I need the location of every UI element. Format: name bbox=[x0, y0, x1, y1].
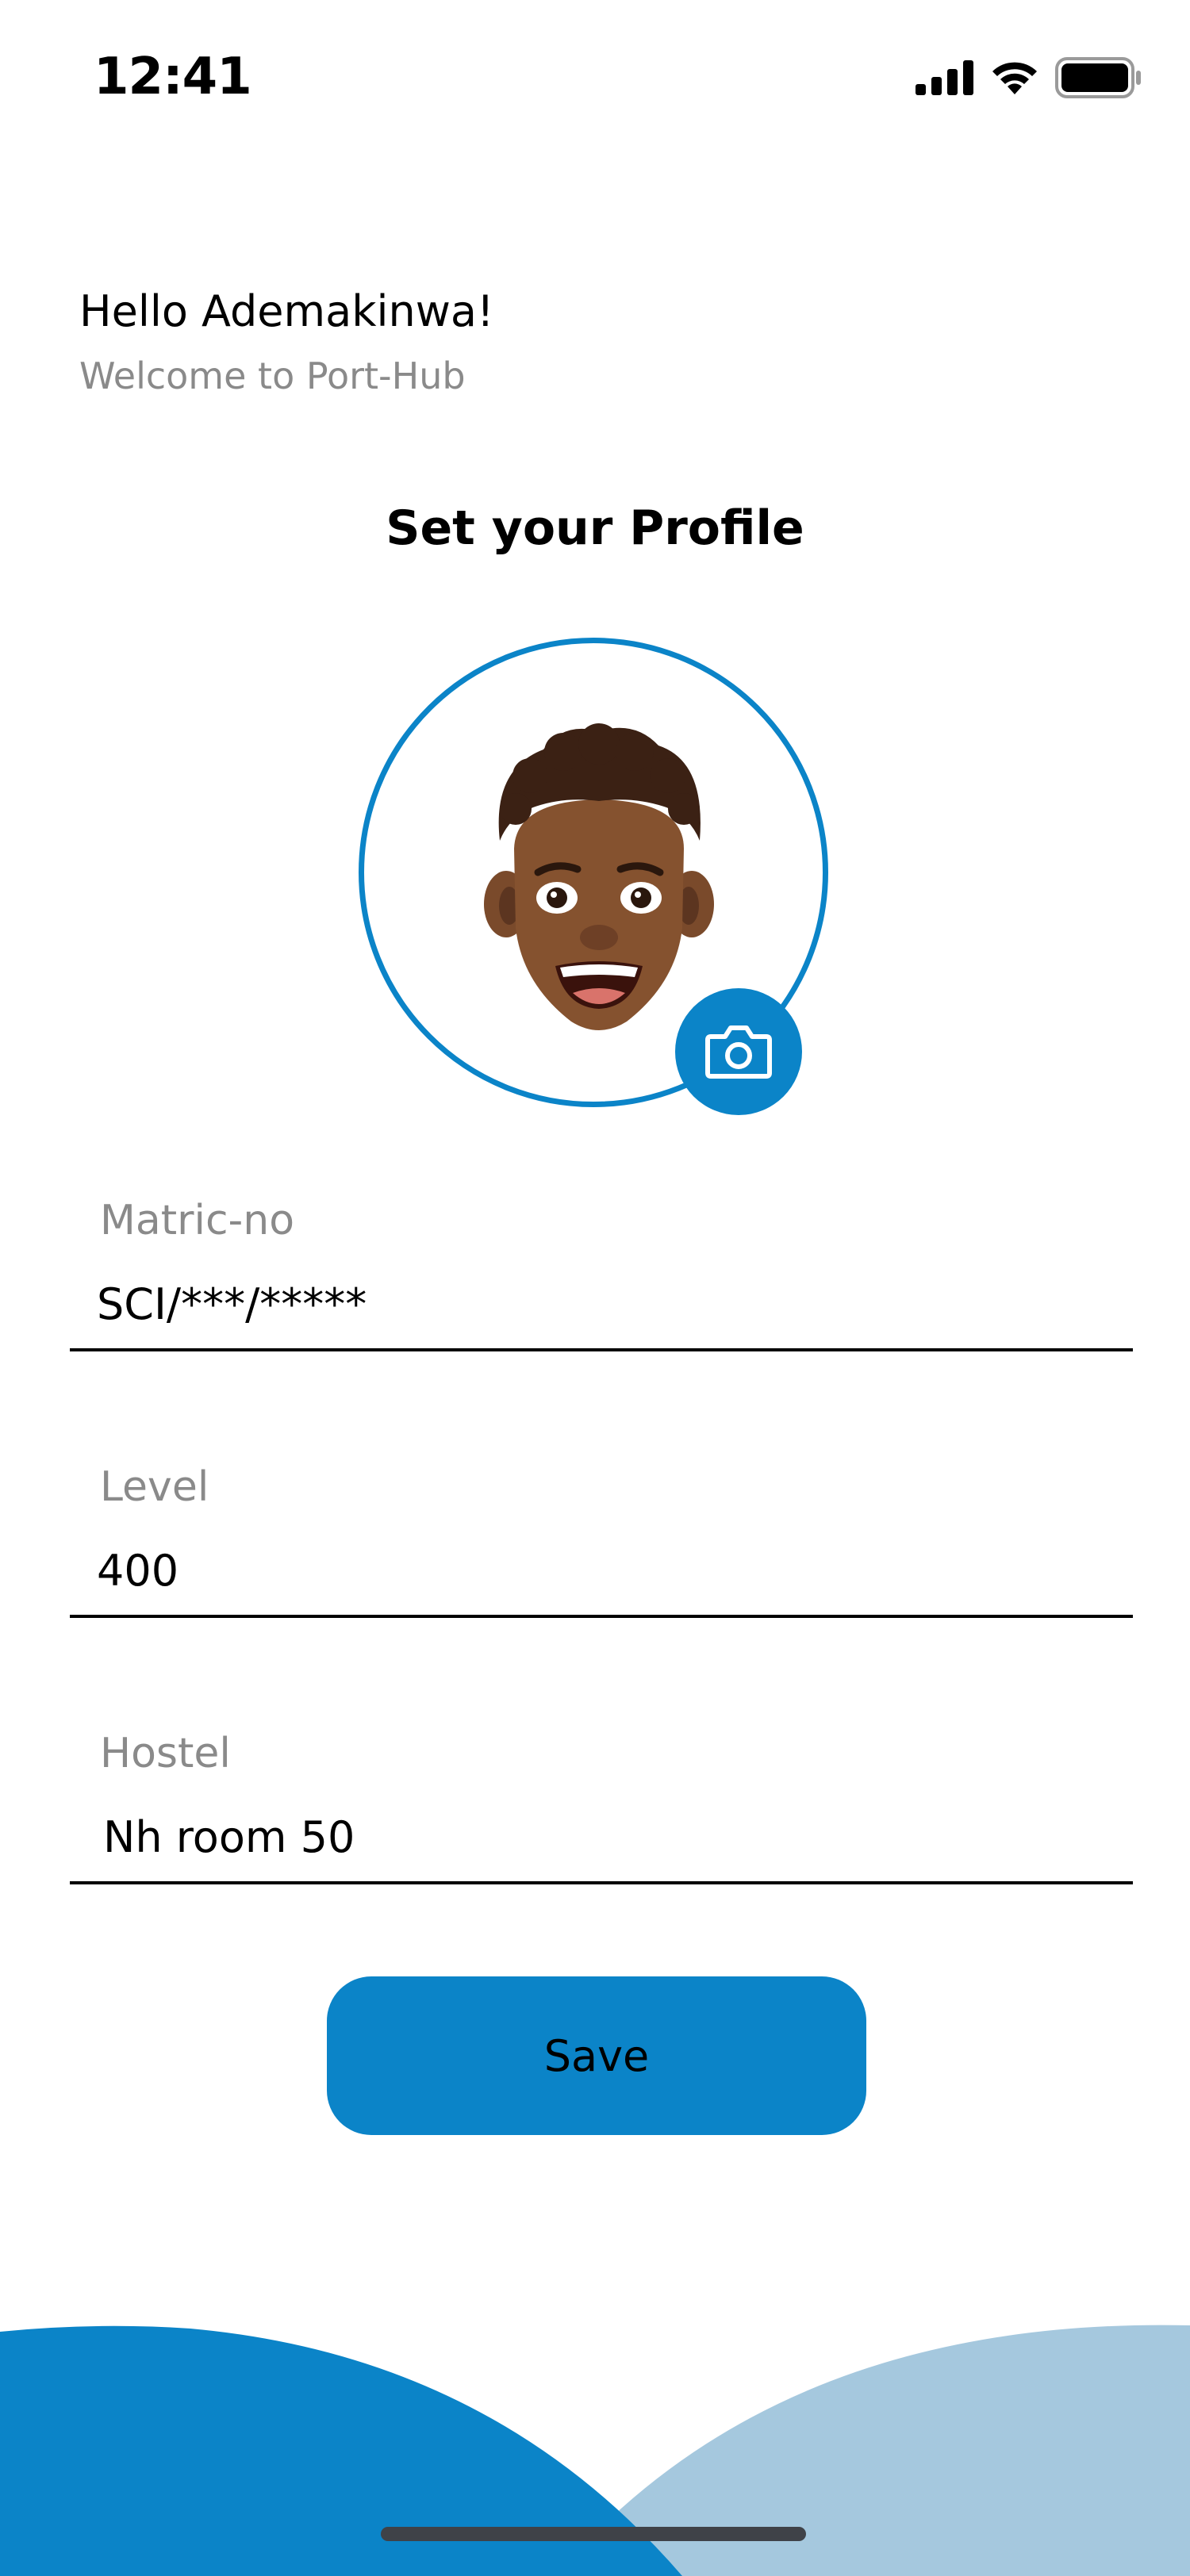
level-label: Level bbox=[100, 1463, 209, 1511]
matric-field: Matric-no bbox=[70, 1193, 1133, 1391]
status-time: 12:41 bbox=[94, 48, 252, 106]
status-icons bbox=[916, 56, 1142, 100]
hostel-input[interactable] bbox=[103, 1805, 1119, 1869]
wifi-icon bbox=[992, 62, 1037, 94]
avatar bbox=[484, 723, 714, 1030]
camera-icon bbox=[705, 1025, 772, 1079]
hostel-underline bbox=[70, 1881, 1133, 1884]
hostel-field: Hostel bbox=[70, 1726, 1133, 1924]
matric-underline bbox=[70, 1348, 1133, 1351]
matric-label: Matric-no bbox=[100, 1197, 295, 1244]
signal-icon bbox=[916, 60, 973, 95]
profile-setup-screen: 12:41 Hello Ademakinwa! Welcome to Port-… bbox=[0, 0, 1190, 2576]
page-title: Set your Profile bbox=[386, 500, 804, 556]
level-input[interactable] bbox=[97, 1539, 1112, 1602]
matric-input[interactable] bbox=[97, 1272, 1112, 1336]
home-indicator bbox=[381, 2527, 806, 2541]
level-underline bbox=[70, 1615, 1133, 1618]
change-photo-button[interactable] bbox=[675, 988, 802, 1115]
battery-icon bbox=[1055, 57, 1141, 98]
greeting-text: Hello Ademakinwa! bbox=[79, 286, 494, 336]
level-field: Level bbox=[70, 1459, 1133, 1658]
hostel-label: Hostel bbox=[100, 1730, 231, 1777]
save-button[interactable]: Save bbox=[327, 1976, 866, 2135]
welcome-text: Welcome to Port-Hub bbox=[79, 355, 466, 397]
